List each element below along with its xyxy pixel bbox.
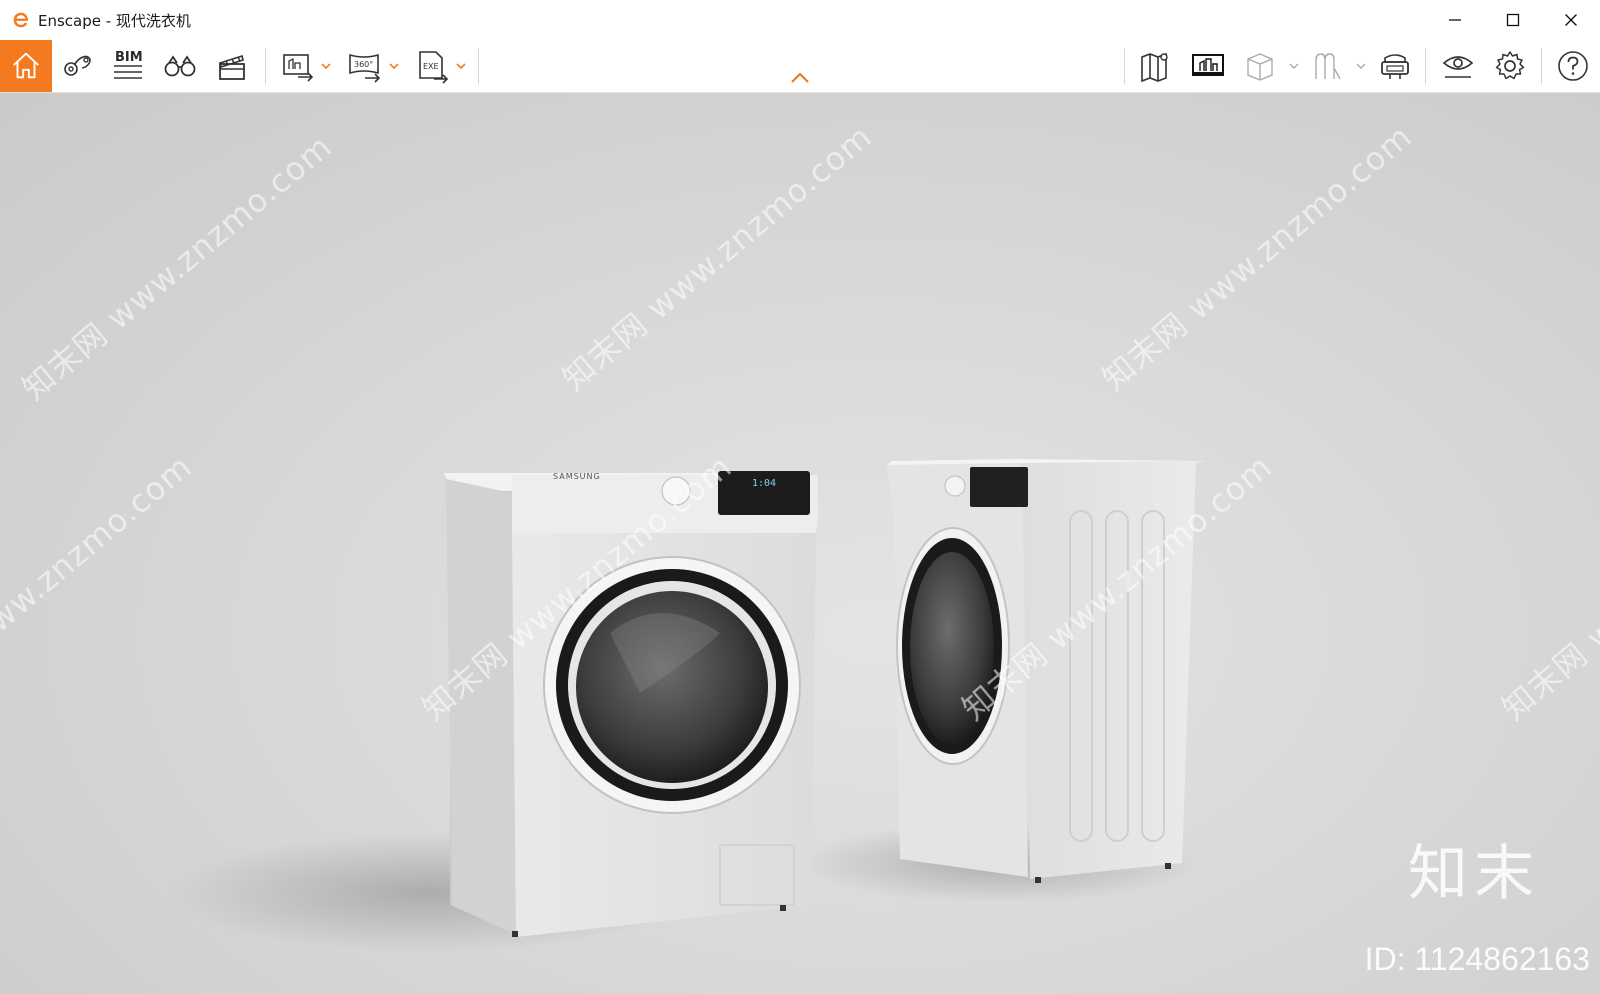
- views-button[interactable]: [58, 44, 98, 88]
- brand-label: SAMSUNG: [553, 472, 601, 481]
- gear-icon: [1495, 51, 1525, 80]
- cube-icon: [1247, 53, 1273, 81]
- bim-button[interactable]: BIM: [108, 44, 148, 88]
- help-icon: [1558, 51, 1588, 81]
- panorama-label: 360°: [354, 60, 373, 69]
- toolbar-separator: [1124, 48, 1125, 84]
- vr-headset-icon: [1381, 54, 1409, 79]
- chevron-down-icon[interactable]: [388, 60, 400, 72]
- home-icon: [13, 52, 39, 79]
- panorama-export-button[interactable]: 360°: [345, 44, 385, 88]
- display-readout: 1:04: [752, 478, 776, 489]
- map-icon: [1141, 52, 1168, 83]
- settings-button[interactable]: [1490, 44, 1530, 88]
- view-management-button[interactable]: [1188, 44, 1228, 88]
- map-pin-icon: [64, 55, 91, 76]
- clapperboard-icon: [219, 54, 245, 80]
- vr-headset-button[interactable]: [1375, 44, 1415, 88]
- panorama-export-icon: 360°: [349, 53, 381, 83]
- title-bar: Enscape - 现代洗衣机: [0, 0, 1600, 40]
- brand-watermark: 知末: [1408, 839, 1540, 909]
- toolbar-separator: [1425, 48, 1426, 84]
- enscape-logo-icon: [10, 9, 32, 31]
- help-button[interactable]: [1553, 44, 1593, 88]
- atmosphere-button[interactable]: [1308, 44, 1348, 88]
- binoculars-icon: [164, 55, 196, 77]
- map-view-button[interactable]: [1136, 44, 1176, 88]
- toolbar-separator: [478, 48, 479, 84]
- safe-frame-button[interactable]: [1240, 44, 1280, 88]
- minimize-button[interactable]: [1426, 0, 1484, 40]
- close-icon: [1565, 14, 1577, 26]
- paint-icon: [1315, 53, 1341, 80]
- toolbar-separator: [1541, 48, 1542, 84]
- bim-icon: BIM: [114, 50, 143, 79]
- render-viewport[interactable]: SAMSUNG 1:04 知末网 www.znzmo.com 知末网 www.z…: [0, 93, 1600, 994]
- maximize-button[interactable]: [1484, 0, 1542, 40]
- exe-export-icon: EXE: [419, 51, 449, 84]
- chevron-down-icon[interactable]: [1288, 60, 1300, 72]
- window-title: Enscape - 现代洗衣机: [38, 11, 191, 30]
- video-editor-button[interactable]: [212, 44, 252, 88]
- monitor-buildings-icon: [1192, 54, 1224, 76]
- bim-label: BIM: [115, 50, 143, 65]
- chevron-down-icon[interactable]: [455, 60, 467, 72]
- main-toolbar: BIM 360° EXE: [0, 40, 1600, 93]
- chevron-up-icon[interactable]: [789, 70, 811, 86]
- minimize-icon: [1449, 19, 1461, 21]
- screenshot-export-button[interactable]: [278, 44, 318, 88]
- image-export-icon: [283, 54, 314, 82]
- chevron-down-icon[interactable]: [320, 60, 332, 72]
- exe-label: EXE: [423, 62, 439, 71]
- brand-id: ID: 1124862163: [1364, 941, 1590, 977]
- visual-settings-button[interactable]: [1438, 44, 1478, 88]
- close-button[interactable]: [1542, 0, 1600, 40]
- eye-icon: [1442, 56, 1474, 78]
- chevron-down-icon[interactable]: [1355, 60, 1367, 72]
- toolbar-separator: [265, 48, 266, 84]
- maximize-icon: [1506, 13, 1520, 27]
- standalone-export-button[interactable]: EXE: [412, 44, 452, 88]
- walk-mode-button[interactable]: [160, 44, 200, 88]
- home-button[interactable]: [0, 40, 52, 92]
